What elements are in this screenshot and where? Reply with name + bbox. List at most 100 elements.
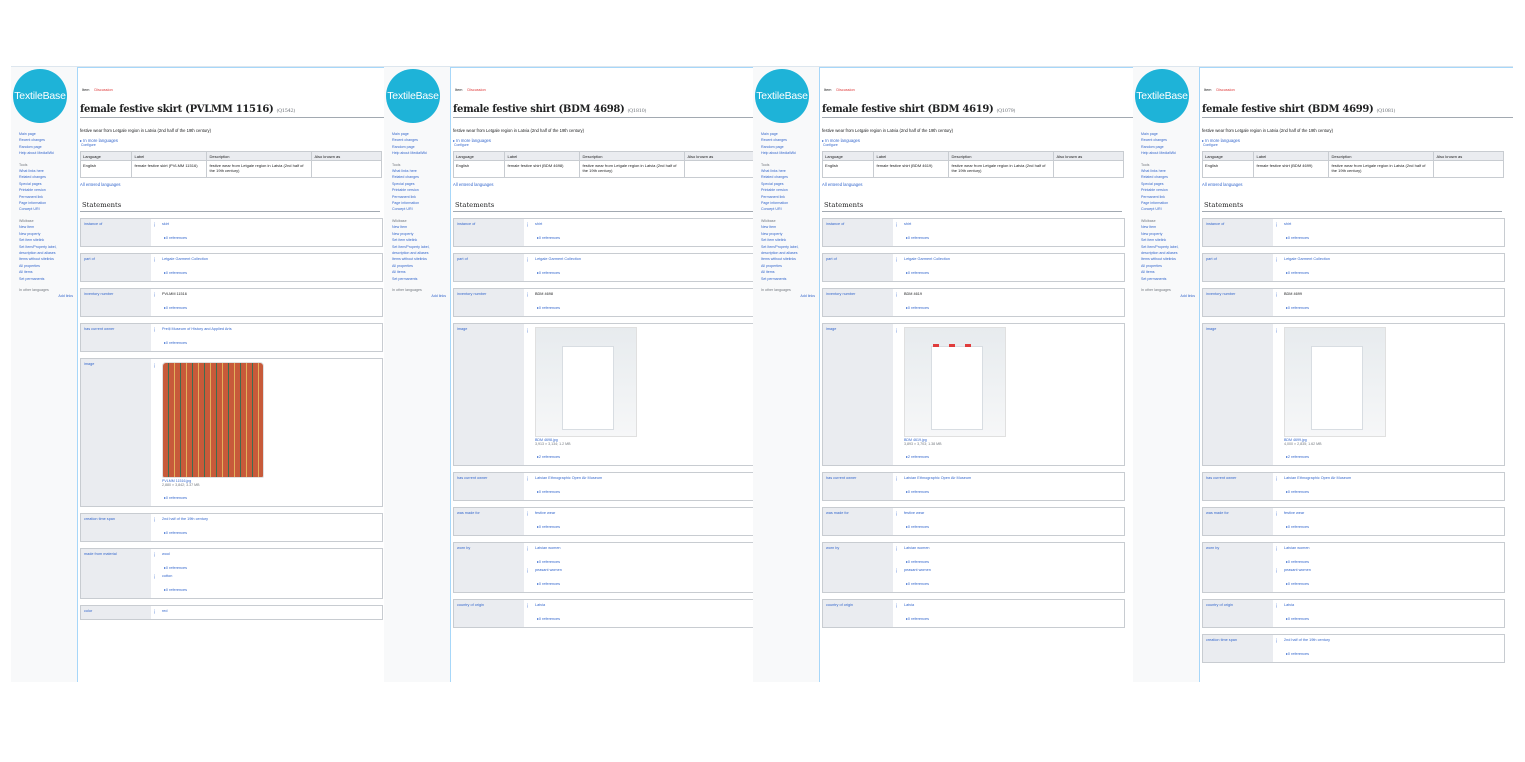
references-toggle[interactable]: 0 references xyxy=(535,235,752,241)
rank-selector-icon[interactable]: ⸽ xyxy=(527,568,528,574)
rank-selector-icon[interactable]: ⸽ xyxy=(154,609,155,615)
property-link[interactable]: image xyxy=(823,323,893,465)
rank-selector-icon[interactable]: ⸽ xyxy=(1276,292,1277,298)
rank-selector-icon[interactable]: ⸽ xyxy=(527,257,528,263)
rank-selector-icon[interactable]: ⸽ xyxy=(527,511,528,517)
sidebar-wikibase-link[interactable]: Set permanents xyxy=(761,276,815,282)
references-toggle[interactable]: 0 references xyxy=(535,581,752,587)
sidebar-wikibase-link[interactable]: Set Item/Property label, description and… xyxy=(19,244,73,257)
all-entered-languages-link[interactable]: All entered languages xyxy=(1202,182,1513,187)
rank-selector-icon[interactable]: ⸽ xyxy=(527,292,528,298)
rank-selector-icon[interactable]: ⸽ xyxy=(1276,638,1277,644)
references-toggle[interactable]: 0 references xyxy=(1284,235,1501,241)
statement-value-link[interactable]: cotton xyxy=(162,573,379,579)
rank-selector-icon[interactable]: ⸽ xyxy=(154,552,155,558)
rank-selector-icon[interactable]: ⸽ xyxy=(154,574,155,580)
add-links-link[interactable]: Add links xyxy=(761,293,815,299)
all-entered-languages-link[interactable]: All entered languages xyxy=(822,182,1133,187)
references-toggle[interactable]: 0 references xyxy=(162,565,379,571)
configure-link[interactable]: Configure xyxy=(454,143,764,147)
statement-value-link[interactable]: Latvia xyxy=(535,602,752,608)
references-toggle[interactable]: 0 references xyxy=(162,235,379,241)
rank-selector-icon[interactable]: ⸽ xyxy=(154,327,155,333)
sidebar-nav-link[interactable]: Help about MediaWiki xyxy=(1141,150,1195,156)
statement-value-link[interactable]: Letgale Garment Collection xyxy=(1284,256,1501,262)
property-link[interactable]: inventory number xyxy=(823,288,893,316)
statement-value-link[interactable]: festive wear xyxy=(535,510,752,516)
property-link[interactable]: inventory number xyxy=(81,288,151,316)
sidebar-wikibase-link[interactable]: Set permanents xyxy=(1141,276,1195,282)
sidebar-tool-link[interactable]: Concept URI xyxy=(392,206,446,212)
rank-selector-icon[interactable]: ⸽ xyxy=(154,257,155,263)
statement-value-link[interactable]: Letgale Garment Collection xyxy=(162,256,379,262)
property-link[interactable]: color xyxy=(81,605,151,619)
statement-value-link[interactable]: Preiļi Museum of History and Applied Art… xyxy=(162,326,379,332)
references-toggle[interactable]: 0 references xyxy=(1284,270,1501,276)
sidebar-wikibase-link[interactable]: Set Item/Property label, description and… xyxy=(761,244,815,257)
rank-selector-icon[interactable]: ⸽ xyxy=(154,517,155,523)
property-link[interactable]: part of xyxy=(454,253,524,281)
rank-selector-icon[interactable]: ⸽ xyxy=(154,292,155,298)
statement-value-link[interactable]: festive wear xyxy=(1284,510,1501,516)
rank-selector-icon[interactable]: ⸽ xyxy=(527,546,528,552)
statement-value-link[interactable]: skirt xyxy=(162,221,379,227)
sidebar-wikibase-link[interactable]: Set Item/Property label, description and… xyxy=(1141,244,1195,257)
statement-value-link[interactable]: Latvian Ethnographic Open Air Museum xyxy=(535,475,752,481)
rank-selector-icon[interactable]: ⸽ xyxy=(527,603,528,609)
rank-selector-icon[interactable]: ⸽ xyxy=(896,292,897,298)
references-toggle[interactable]: 0 references xyxy=(162,270,379,276)
statement-value-link[interactable]: 2nd half of the 19th century xyxy=(1284,637,1501,643)
rank-selector-icon[interactable]: ⸽ xyxy=(1276,257,1277,263)
sidebar-wikibase-link[interactable]: Set permanents xyxy=(19,276,73,282)
tab-item[interactable]: Item xyxy=(82,88,89,92)
references-toggle[interactable]: 0 references xyxy=(162,305,379,311)
references-toggle[interactable]: 0 references xyxy=(535,524,752,530)
property-link[interactable]: image xyxy=(81,358,151,506)
property-link[interactable]: was made for xyxy=(454,507,524,535)
rank-selector-icon[interactable]: ⸽ xyxy=(896,511,897,517)
property-link[interactable]: instance of xyxy=(81,218,151,246)
property-link[interactable]: image xyxy=(454,323,524,465)
configure-link[interactable]: Configure xyxy=(81,143,391,147)
sidebar-nav-link[interactable]: Help about MediaWiki xyxy=(392,150,446,156)
statement-value-link[interactable]: red xyxy=(162,608,379,614)
references-toggle[interactable]: 0 references xyxy=(535,559,752,565)
property-link[interactable]: made from material xyxy=(81,548,151,598)
property-link[interactable]: instance of xyxy=(823,218,893,246)
rank-selector-icon[interactable]: ⸽ xyxy=(1276,603,1277,609)
statement-value-link[interactable]: shirt xyxy=(904,221,1121,227)
tab-discussion[interactable]: Discussion xyxy=(467,88,485,92)
all-entered-languages-link[interactable]: All entered languages xyxy=(453,182,764,187)
rank-selector-icon[interactable]: ⸽ xyxy=(1276,222,1277,228)
references-toggle[interactable]: 0 references xyxy=(1284,581,1501,587)
sidebar-wikibase-link[interactable]: Set permanents xyxy=(392,276,446,282)
statement-value-link[interactable]: shirt xyxy=(1284,221,1501,227)
property-link[interactable]: inventory number xyxy=(1203,288,1273,316)
tab-item[interactable]: Item xyxy=(455,88,462,92)
rank-selector-icon[interactable]: ⸽ xyxy=(896,222,897,228)
site-logo[interactable]: TextileBase xyxy=(1135,69,1189,123)
property-link[interactable]: creation time span xyxy=(81,513,151,541)
property-link[interactable]: part of xyxy=(81,253,151,281)
references-toggle[interactable]: 2 references xyxy=(904,454,1121,460)
statement-value-link[interactable]: Latvia xyxy=(904,602,1121,608)
statement-value-link[interactable]: Latvian Ethnographic Open Air Museum xyxy=(904,475,1121,481)
property-link[interactable]: has current owner xyxy=(81,323,151,351)
rank-selector-icon[interactable]: ⸽ xyxy=(896,603,897,609)
site-logo[interactable]: TextileBase xyxy=(755,69,809,123)
references-toggle[interactable]: 0 references xyxy=(1284,305,1501,311)
rank-selector-icon[interactable]: ⸽ xyxy=(1276,476,1277,482)
statement-value-link[interactable]: Latvian women xyxy=(535,545,752,551)
sidebar-tool-link[interactable]: Concept URI xyxy=(1141,206,1195,212)
statement-value-link[interactable]: Latvian women xyxy=(1284,545,1501,551)
rank-selector-icon[interactable]: ⸽ xyxy=(896,476,897,482)
rank-selector-icon[interactable]: ⸽ xyxy=(1276,546,1277,552)
tab-discussion[interactable]: Discussion xyxy=(836,88,854,92)
references-toggle[interactable]: 0 references xyxy=(535,489,752,495)
references-toggle[interactable]: 0 references xyxy=(535,270,752,276)
references-toggle[interactable]: 0 references xyxy=(904,270,1121,276)
statement-value-link[interactable]: Latvian Ethnographic Open Air Museum xyxy=(1284,475,1501,481)
tab-item[interactable]: Item xyxy=(824,88,831,92)
property-link[interactable]: instance of xyxy=(1203,218,1273,246)
statement-value-link[interactable]: Letgale Garment Collection xyxy=(904,256,1121,262)
